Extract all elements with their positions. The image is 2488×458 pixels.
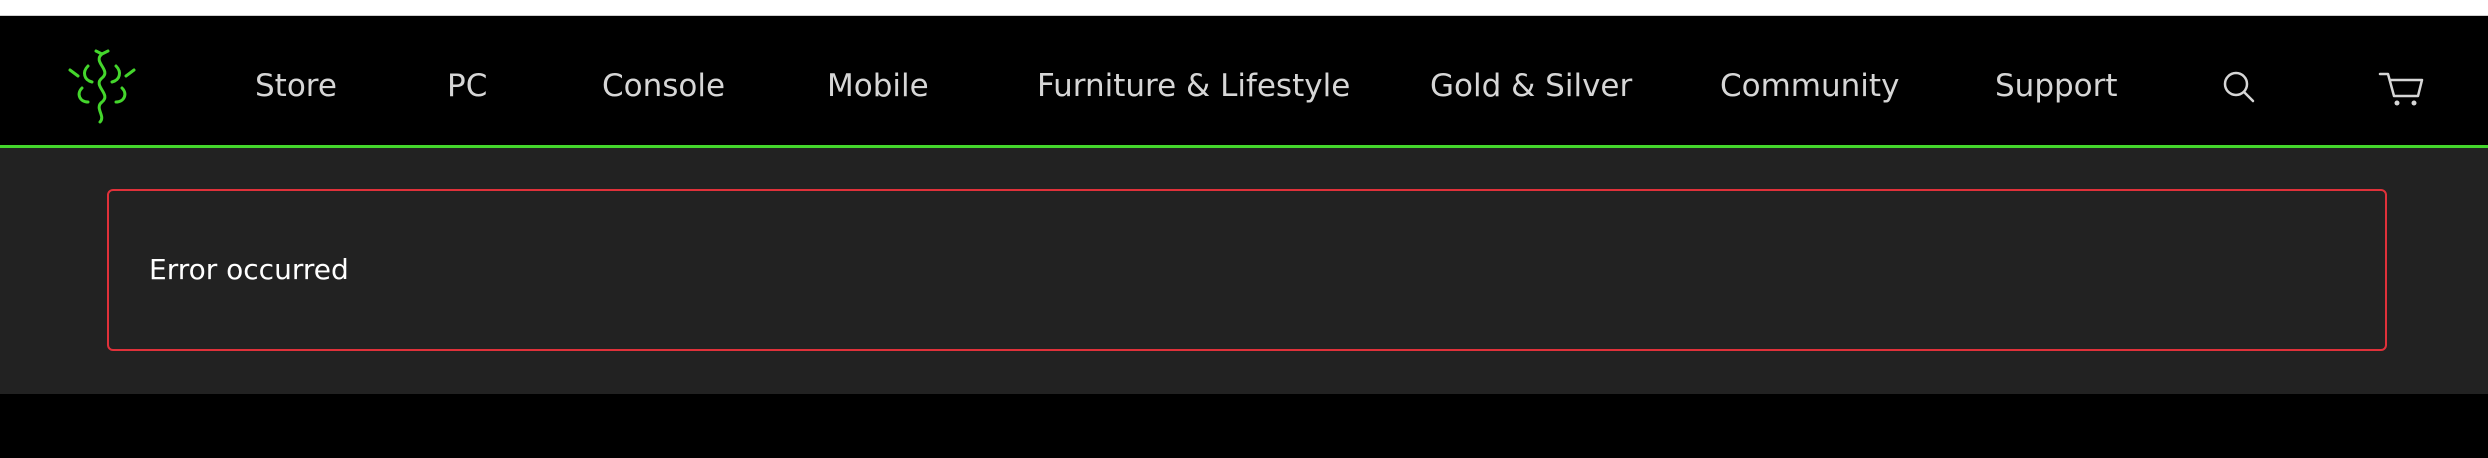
footer-band (0, 394, 2488, 458)
nav-item-community[interactable]: Community (1720, 28, 1899, 145)
nav-item-furniture-lifestyle[interactable]: Furniture & Lifestyle (1037, 28, 1350, 145)
razer-logo-icon[interactable] (62, 48, 142, 128)
nav-item-store[interactable]: Store (255, 28, 337, 145)
nav-item-support[interactable]: Support (1995, 28, 2118, 145)
browser-top-strip (0, 0, 2488, 16)
main-navbar: Store PC Console Mobile Furniture & Life… (0, 28, 2488, 148)
error-message: Error occurred (149, 253, 349, 286)
search-icon[interactable] (2216, 68, 2264, 108)
main-content: Error occurred (0, 148, 2488, 394)
nav-item-console[interactable]: Console (602, 28, 725, 145)
nav-item-gold-silver[interactable]: Gold & Silver (1430, 28, 1632, 145)
nav-item-mobile[interactable]: Mobile (827, 28, 929, 145)
nav-item-pc[interactable]: PC (447, 28, 487, 145)
cart-icon[interactable] (2378, 68, 2426, 108)
error-alert: Error occurred (107, 189, 2387, 351)
